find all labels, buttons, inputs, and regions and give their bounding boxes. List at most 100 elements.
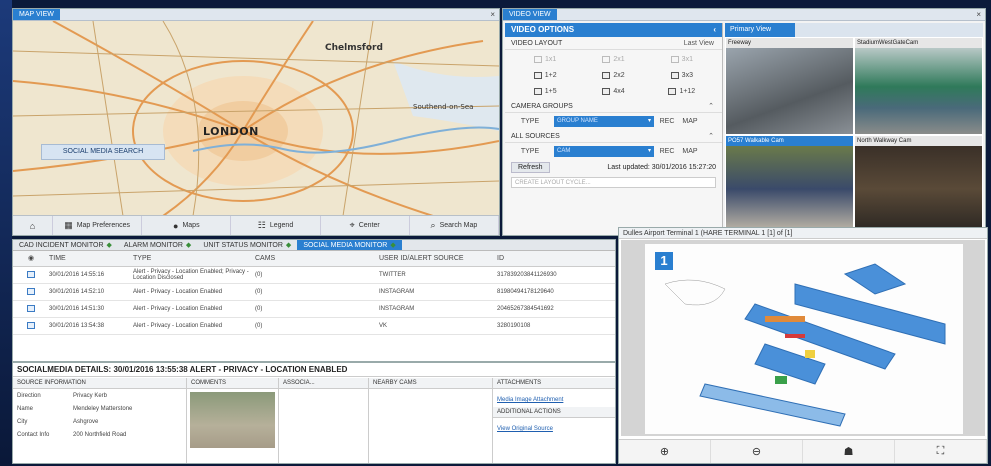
row-icon-cell <box>13 287 49 297</box>
layout-option[interactable]: 1+2 <box>511 68 579 82</box>
source-type-label[interactable]: TYPE <box>509 148 551 155</box>
cell-cams: (0) <box>255 323 263 329</box>
associated-column: ASSOCIA... <box>279 378 369 463</box>
source-rec-toggle[interactable]: REC <box>657 148 677 155</box>
col-time[interactable]: TIME <box>49 251 133 266</box>
map-view-tab[interactable]: MAP VIEW <box>13 9 60 20</box>
map-titlebar: MAP VIEW × <box>13 9 499 21</box>
col-id[interactable]: ID <box>497 251 607 266</box>
cell-user: INSTAGRAM <box>379 289 415 295</box>
video-view-tab[interactable]: VIDEO VIEW <box>503 9 557 20</box>
close-icon[interactable]: × <box>976 9 981 20</box>
layout-select[interactable]: Last View <box>684 37 714 50</box>
cell-user: VK <box>379 323 388 329</box>
status-dot-icon: ◆ <box>106 242 112 249</box>
camera-feed[interactable] <box>855 146 982 232</box>
center-button[interactable]: ⌖ Center <box>321 216 410 235</box>
incident-monitor-panel: CAD INCIDENT MONITOR ◆ ALARM MONITOR ◆ UNIT … <box>12 239 616 362</box>
floor-plan-canvas[interactable]: 1 <box>645 244 963 434</box>
fit-button[interactable]: ⛶ <box>895 440 987 463</box>
layout-option[interactable]: 1x1 <box>511 52 579 66</box>
table-row[interactable]: 30/01/2016 14:51:30 Alert - Privacy - Loc… <box>13 301 615 318</box>
chevron-up-icon[interactable]: ⌃ <box>708 100 714 113</box>
source-map-toggle[interactable]: MAP <box>680 148 700 155</box>
video-layout-section: VIDEO LAYOUT Last View <box>505 37 722 50</box>
layout-option[interactable]: 3x1 <box>648 52 716 66</box>
globe-icon: ● <box>173 220 179 231</box>
view-source-link[interactable]: View Original Source <box>493 426 553 432</box>
table-row[interactable]: 30/01/2016 13:54:38 Alert - Privacy - Loc… <box>13 318 615 335</box>
layout-option[interactable]: 1+12 <box>648 84 716 98</box>
details-title: SOCIALMEDIA DETAILS: 30/01/2016 13:55:38… <box>13 363 615 377</box>
chevron-left-icon[interactable]: ‹ <box>713 23 716 37</box>
col-user[interactable]: USER ID/ALERT SOURCE <box>379 251 497 266</box>
nearby-cams-column: NEARBY CAMS <box>369 378 493 463</box>
zoom-in-button[interactable]: ⊕ <box>619 440 711 463</box>
video-options-header: VIDEO OPTIONS ‹ <box>505 23 722 37</box>
refresh-button[interactable]: Refresh <box>511 162 550 173</box>
group-name-select[interactable]: GROUP NAME ▾ <box>554 116 654 127</box>
globe-icon: ◉ <box>27 255 35 262</box>
legend-button[interactable]: ☷ Legend <box>231 216 321 235</box>
floor-plan-title: Dulles Airport Terminal 1 (HARE TERMINAL… <box>619 228 987 239</box>
camera-tile[interactable]: Freeway <box>726 38 853 134</box>
floor-badge: 1 <box>655 252 673 270</box>
cell-cams: (0) <box>255 272 263 278</box>
close-icon[interactable]: × <box>490 9 495 20</box>
social-media-search-button[interactable]: SOCIAL MEDIA SEARCH <box>41 144 165 160</box>
camera-feed[interactable] <box>726 146 853 232</box>
message-icon <box>27 287 35 295</box>
message-icon <box>27 304 35 312</box>
cell-cams: (0) <box>255 289 263 295</box>
home-icon: ⌂ <box>29 220 36 231</box>
home-button[interactable]: ⌂ <box>13 216 53 235</box>
group-rec-toggle[interactable]: REC <box>657 118 677 125</box>
cell-type: Alert - Privacy - Location Enabled; Priv… <box>133 269 249 281</box>
camera-tile[interactable]: PO57 Walkable Cam <box>726 136 853 232</box>
table-row[interactable]: 30/01/2016 14:52:10 Alert - Privacy - Loc… <box>13 284 615 301</box>
tab-monitor[interactable]: CAD INCIDENT MONITOR ◆ <box>13 240 118 250</box>
col-cams[interactable]: CAMS <box>255 251 379 266</box>
chevron-up-icon[interactable]: ⌃ <box>708 130 714 143</box>
attachments-header: ATTACHMENTS <box>493 378 615 389</box>
camera-feed[interactable] <box>855 48 982 134</box>
zoom-out-button[interactable]: ⊖ <box>711 440 803 463</box>
camera-tile[interactable]: North Walkway Cam <box>855 136 982 232</box>
tab-primary-view[interactable]: Primary View <box>725 23 795 37</box>
layout-cycle-input[interactable]: CREATE LAYOUT CYCLE... <box>511 177 716 188</box>
cell-type: Alert - Privacy - Location Enabled <box>133 289 223 295</box>
camera-tile[interactable]: StadiumWestGateCam <box>855 38 982 134</box>
attachment-link[interactable]: Media Image Attachment <box>493 397 563 403</box>
table-row[interactable]: 30/01/2016 14:55:16 Alert - Privacy - Loc… <box>13 267 615 284</box>
layout-option[interactable]: 4x4 <box>579 84 647 98</box>
cell-cams: (0) <box>255 306 263 312</box>
comment-photo[interactable] <box>190 392 275 448</box>
layout-option[interactable]: 2x2 <box>579 68 647 82</box>
layout-option[interactable]: 3x3 <box>648 68 716 82</box>
layout-grid-icon <box>533 71 542 79</box>
col-type[interactable]: TYPE <box>133 251 255 266</box>
group-map-toggle[interactable]: MAP <box>680 118 700 125</box>
tab-monitor[interactable]: UNIT STATUS MONITOR ◆ <box>197 240 297 250</box>
zoom-out-icon: ⊖ <box>751 446 762 458</box>
message-icon <box>27 321 35 329</box>
search-map-button[interactable]: ⌕ Search Map <box>410 216 500 235</box>
map-canvas[interactable]: LONDON Chelmsford Southend-on-Sea SOCIAL… <box>13 21 499 216</box>
source-type-select[interactable]: CAM ▾ <box>554 146 654 157</box>
tab-monitor[interactable]: ALARM MONITOR ◆ <box>118 240 197 250</box>
layout-grid-icon <box>670 71 679 79</box>
cell-type: Alert - Privacy - Location Enabled <box>133 323 223 329</box>
group-type-label[interactable]: TYPE <box>509 118 551 125</box>
layout-option[interactable]: 2x1 <box>579 52 647 66</box>
cell-time: 30/01/2016 14:52:10 <box>49 289 105 295</box>
search-icon: ⌕ <box>430 220 436 230</box>
layout-grid-icon <box>670 55 679 63</box>
map-preferences-button[interactable]: ▦ Map Preferences <box>53 216 143 235</box>
maps-button[interactable]: ● Maps <box>142 216 232 235</box>
layout-option[interactable]: 1+5 <box>511 84 579 98</box>
camera-groups-section: CAMERA GROUPS ⌃ <box>505 100 722 113</box>
cell-time: 30/01/2016 14:55:16 <box>49 272 105 278</box>
layers-button[interactable]: ☗ <box>803 440 895 463</box>
camera-feed[interactable] <box>726 48 853 134</box>
tab-monitor[interactable]: SOCIAL MEDIA MONITOR ◆ <box>297 240 402 250</box>
